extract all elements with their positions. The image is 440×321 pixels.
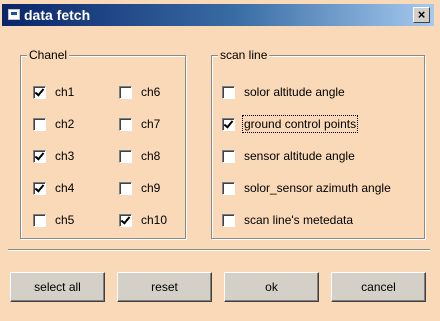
checkbox-box[interactable] — [222, 213, 235, 227]
checkbox-label: ch1 — [55, 85, 75, 99]
checkbox-solor-sensor-azimuth-angle[interactable]: solor_sensor azimuth angle — [222, 180, 391, 196]
checkbox-label: scan line's metedata — [244, 213, 354, 227]
checkbox-ch4[interactable]: ch4 — [33, 180, 74, 196]
checkbox-ch1[interactable]: ch1 — [33, 84, 74, 100]
checkbox-scan-line-metadata[interactable]: scan line's metedata — [222, 212, 353, 228]
checkbox-label: ch9 — [141, 181, 161, 195]
cancel-button[interactable]: cancel — [331, 272, 426, 302]
checkbox-box[interactable] — [119, 213, 132, 227]
checkbox-box[interactable] — [222, 181, 235, 195]
checkbox-box[interactable] — [119, 117, 132, 131]
checkbox-solor-altitude-angle[interactable]: solor altitude angle — [222, 84, 345, 100]
checkbox-ch5[interactable]: ch5 — [33, 212, 74, 228]
checkbox-box[interactable] — [33, 149, 46, 163]
checkbox-label: ch8 — [141, 149, 161, 163]
checkbox-ch3[interactable]: ch3 — [33, 148, 74, 164]
checkbox-label: ch4 — [55, 181, 75, 195]
checkbox-label: solor altitude angle — [244, 85, 345, 99]
checkbox-sensor-altitude-angle[interactable]: sensor altitude angle — [222, 148, 355, 164]
checkbox-label: ch6 — [141, 85, 161, 99]
checkbox-label: solor_sensor azimuth angle — [244, 181, 391, 195]
checkbox-box[interactable] — [222, 117, 235, 131]
checkbox-ch2[interactable]: ch2 — [33, 116, 74, 132]
checkbox-label: ch2 — [55, 117, 75, 131]
chanel-group-label: Chanel — [27, 48, 70, 62]
separator — [8, 249, 430, 251]
checkbox-box[interactable] — [119, 181, 132, 195]
checkbox-ground-control-points[interactable]: ground control points — [222, 115, 359, 133]
scan-line-group-label: scan line — [218, 48, 270, 62]
select-all-button[interactable]: select all — [10, 272, 105, 302]
checkbox-label: sensor altitude angle — [244, 149, 355, 163]
checkbox-box[interactable] — [119, 85, 132, 99]
title-bar[interactable]: data fetch × — [2, 4, 434, 26]
data-fetch-dialog: data fetch × Chanel ch1 ch2 ch3 ch4 ch5 … — [0, 0, 440, 321]
checkbox-label: ch5 — [55, 213, 75, 227]
close-button[interactable]: × — [413, 7, 430, 23]
checkbox-label: ch7 — [141, 117, 161, 131]
checkbox-box[interactable] — [33, 85, 46, 99]
checkbox-box[interactable] — [33, 213, 46, 227]
checkbox-label: ch10 — [141, 213, 168, 227]
checkbox-box[interactable] — [119, 149, 132, 163]
checkbox-box[interactable] — [33, 181, 46, 195]
app-icon — [8, 9, 20, 20]
checkbox-ch8[interactable]: ch8 — [119, 148, 160, 164]
checkbox-ch10[interactable]: ch10 — [119, 212, 167, 228]
checkbox-ch6[interactable]: ch6 — [119, 84, 160, 100]
checkbox-ch7[interactable]: ch7 — [119, 116, 160, 132]
checkbox-label: ch3 — [55, 149, 75, 163]
reset-button[interactable]: reset — [117, 272, 212, 302]
checkbox-box[interactable] — [33, 117, 46, 131]
checkbox-label: ground control points — [241, 115, 359, 133]
checkbox-box[interactable] — [222, 85, 235, 99]
checkbox-box[interactable] — [222, 149, 235, 163]
checkbox-ch9[interactable]: ch9 — [119, 180, 160, 196]
ok-button[interactable]: ok — [224, 272, 319, 302]
window-title: data fetch — [24, 7, 91, 23]
